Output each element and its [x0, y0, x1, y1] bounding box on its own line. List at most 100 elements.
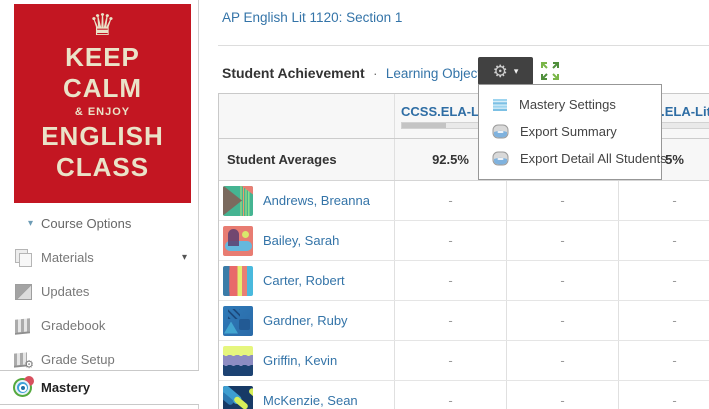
avatar — [223, 346, 253, 376]
score-value: - — [448, 313, 452, 328]
table-row: McKenzie, Sean - - - — [219, 381, 709, 409]
main-content: AP English Lit 1120: Section 1 Student A… — [218, 0, 709, 409]
export-icon — [492, 151, 509, 166]
avatar — [223, 186, 253, 216]
score-value: - — [448, 193, 452, 208]
chevron-down-icon: ▾ — [28, 218, 33, 229]
course-options-label: Course Options — [41, 216, 131, 231]
poster-text: KEEP — [14, 42, 191, 73]
score-value: - — [560, 193, 564, 208]
course-title-link[interactable]: AP English Lit 1120: Section 1 — [222, 10, 402, 25]
sidebar-item-label: Gradebook — [41, 318, 105, 333]
student-name-cell: Andrews, Breanna — [219, 181, 394, 220]
menu-item-label: Export Detail All Students — [520, 151, 667, 166]
sidebar-item-label: Grade Setup — [41, 352, 115, 367]
menu-item-export-summary[interactable]: Export Summary — [479, 118, 661, 145]
student-name-cell: Gardner, Ruby — [219, 301, 394, 340]
score-value: - — [560, 273, 564, 288]
menu-item-label: Export Summary — [520, 124, 617, 139]
avatar — [223, 306, 253, 336]
score-cell: - — [394, 341, 506, 380]
score-cell: - — [618, 341, 709, 380]
score-cell: - — [618, 301, 709, 340]
settings-gear-button[interactable]: ⚙ ▾ — [478, 57, 533, 85]
grade-setup-icon — [13, 350, 33, 368]
course-sidebar: ♛ KEEP CALM & ENJOY ENGLISH CLASS ▾ Cour… — [0, 0, 199, 409]
average-value: 5% — [665, 152, 684, 167]
student-name-link[interactable]: Gardner, Ruby — [263, 313, 348, 328]
sidebar-item-label: Mastery — [41, 380, 90, 395]
gear-icon: ⚙ — [493, 63, 508, 80]
poster-text: ENGLISH — [14, 121, 191, 152]
student-name-link[interactable]: Andrews, Breanna — [263, 193, 370, 208]
student-name-link[interactable]: Carter, Robert — [263, 273, 345, 288]
score-cell: - — [394, 181, 506, 220]
menu-item-export-detail-all-students[interactable]: Export Detail All Students — [479, 145, 661, 172]
crown-icon: ♛ — [14, 10, 191, 42]
student-name-link[interactable]: Griffin, Kevin — [263, 353, 337, 368]
score-value: - — [448, 273, 452, 288]
sidebar-item-updates[interactable]: Updates — [0, 274, 199, 308]
table-row: Bailey, Sarah - - - — [219, 221, 709, 261]
score-cell: - — [506, 341, 618, 380]
score-cell: - — [618, 381, 709, 409]
poster-text: CALM — [14, 73, 191, 104]
avatar — [223, 386, 253, 409]
table-row: Griffin, Kevin - - - — [219, 341, 709, 381]
average-value: 92.5% — [432, 152, 469, 167]
score-cell: - — [506, 221, 618, 260]
student-name-cell: Carter, Robert — [219, 261, 394, 300]
chevron-down-icon: ▾ — [514, 66, 519, 77]
updates-icon — [13, 282, 33, 300]
score-cell: - — [394, 381, 506, 409]
sidebar-menu: Materials ▾ Updates Gradebook Grade Setup — [0, 240, 199, 376]
chevron-down-icon: ▾ — [182, 252, 187, 263]
score-cell: - — [618, 221, 709, 260]
score-value: - — [672, 393, 676, 408]
expand-fullscreen-button[interactable] — [539, 60, 561, 82]
table-corner-cell — [219, 94, 394, 138]
score-value: - — [560, 353, 564, 368]
course-profile-image: ♛ KEEP CALM & ENJOY ENGLISH CLASS — [14, 4, 191, 203]
avatar — [223, 226, 253, 256]
score-value: - — [448, 393, 452, 408]
table-row: Gardner, Ruby - - - — [219, 301, 709, 341]
sidebar-item-mastery[interactable]: Mastery — [0, 370, 199, 405]
score-cell: - — [618, 181, 709, 220]
list-icon — [492, 98, 508, 112]
student-name-cell: Griffin, Kevin — [219, 341, 394, 380]
score-cell: - — [394, 301, 506, 340]
separator-dot: · — [373, 66, 377, 81]
score-cell: - — [506, 301, 618, 340]
score-cell: - — [506, 261, 618, 300]
student-name-cell: Bailey, Sarah — [219, 221, 394, 260]
sidebar-item-label: Updates — [41, 284, 89, 299]
score-value: - — [560, 313, 564, 328]
progress-fill — [402, 123, 446, 128]
averages-label: Student Averages — [219, 152, 337, 167]
gradebook-icon — [13, 316, 33, 334]
score-cell: - — [618, 261, 709, 300]
table-row: Carter, Robert - - - — [219, 261, 709, 301]
expand-arrows-icon — [539, 60, 561, 82]
score-value: - — [672, 273, 676, 288]
menu-item-mastery-settings[interactable]: Mastery Settings — [479, 91, 661, 118]
course-options-toggle[interactable]: ▾ Course Options — [0, 212, 199, 234]
sidebar-item-materials[interactable]: Materials ▾ — [0, 240, 199, 274]
score-cell: - — [506, 181, 618, 220]
score-value: - — [672, 353, 676, 368]
score-value: - — [672, 193, 676, 208]
settings-dropdown-menu: Mastery Settings Export Summary Export Det… — [478, 84, 662, 180]
score-cell: - — [506, 381, 618, 409]
student-name-link[interactable]: Bailey, Sarah — [263, 233, 339, 248]
score-value: - — [448, 233, 452, 248]
sidebar-item-gradebook[interactable]: Gradebook — [0, 308, 199, 342]
divider — [218, 45, 709, 46]
score-value: - — [672, 233, 676, 248]
averages-label-cell: Student Averages — [219, 139, 394, 180]
sidebar-item-label: Materials — [41, 250, 94, 265]
menu-item-label: Mastery Settings — [519, 97, 616, 112]
student-name-link[interactable]: McKenzie, Sean — [263, 393, 358, 408]
score-cell: - — [394, 261, 506, 300]
avatar — [223, 266, 253, 296]
